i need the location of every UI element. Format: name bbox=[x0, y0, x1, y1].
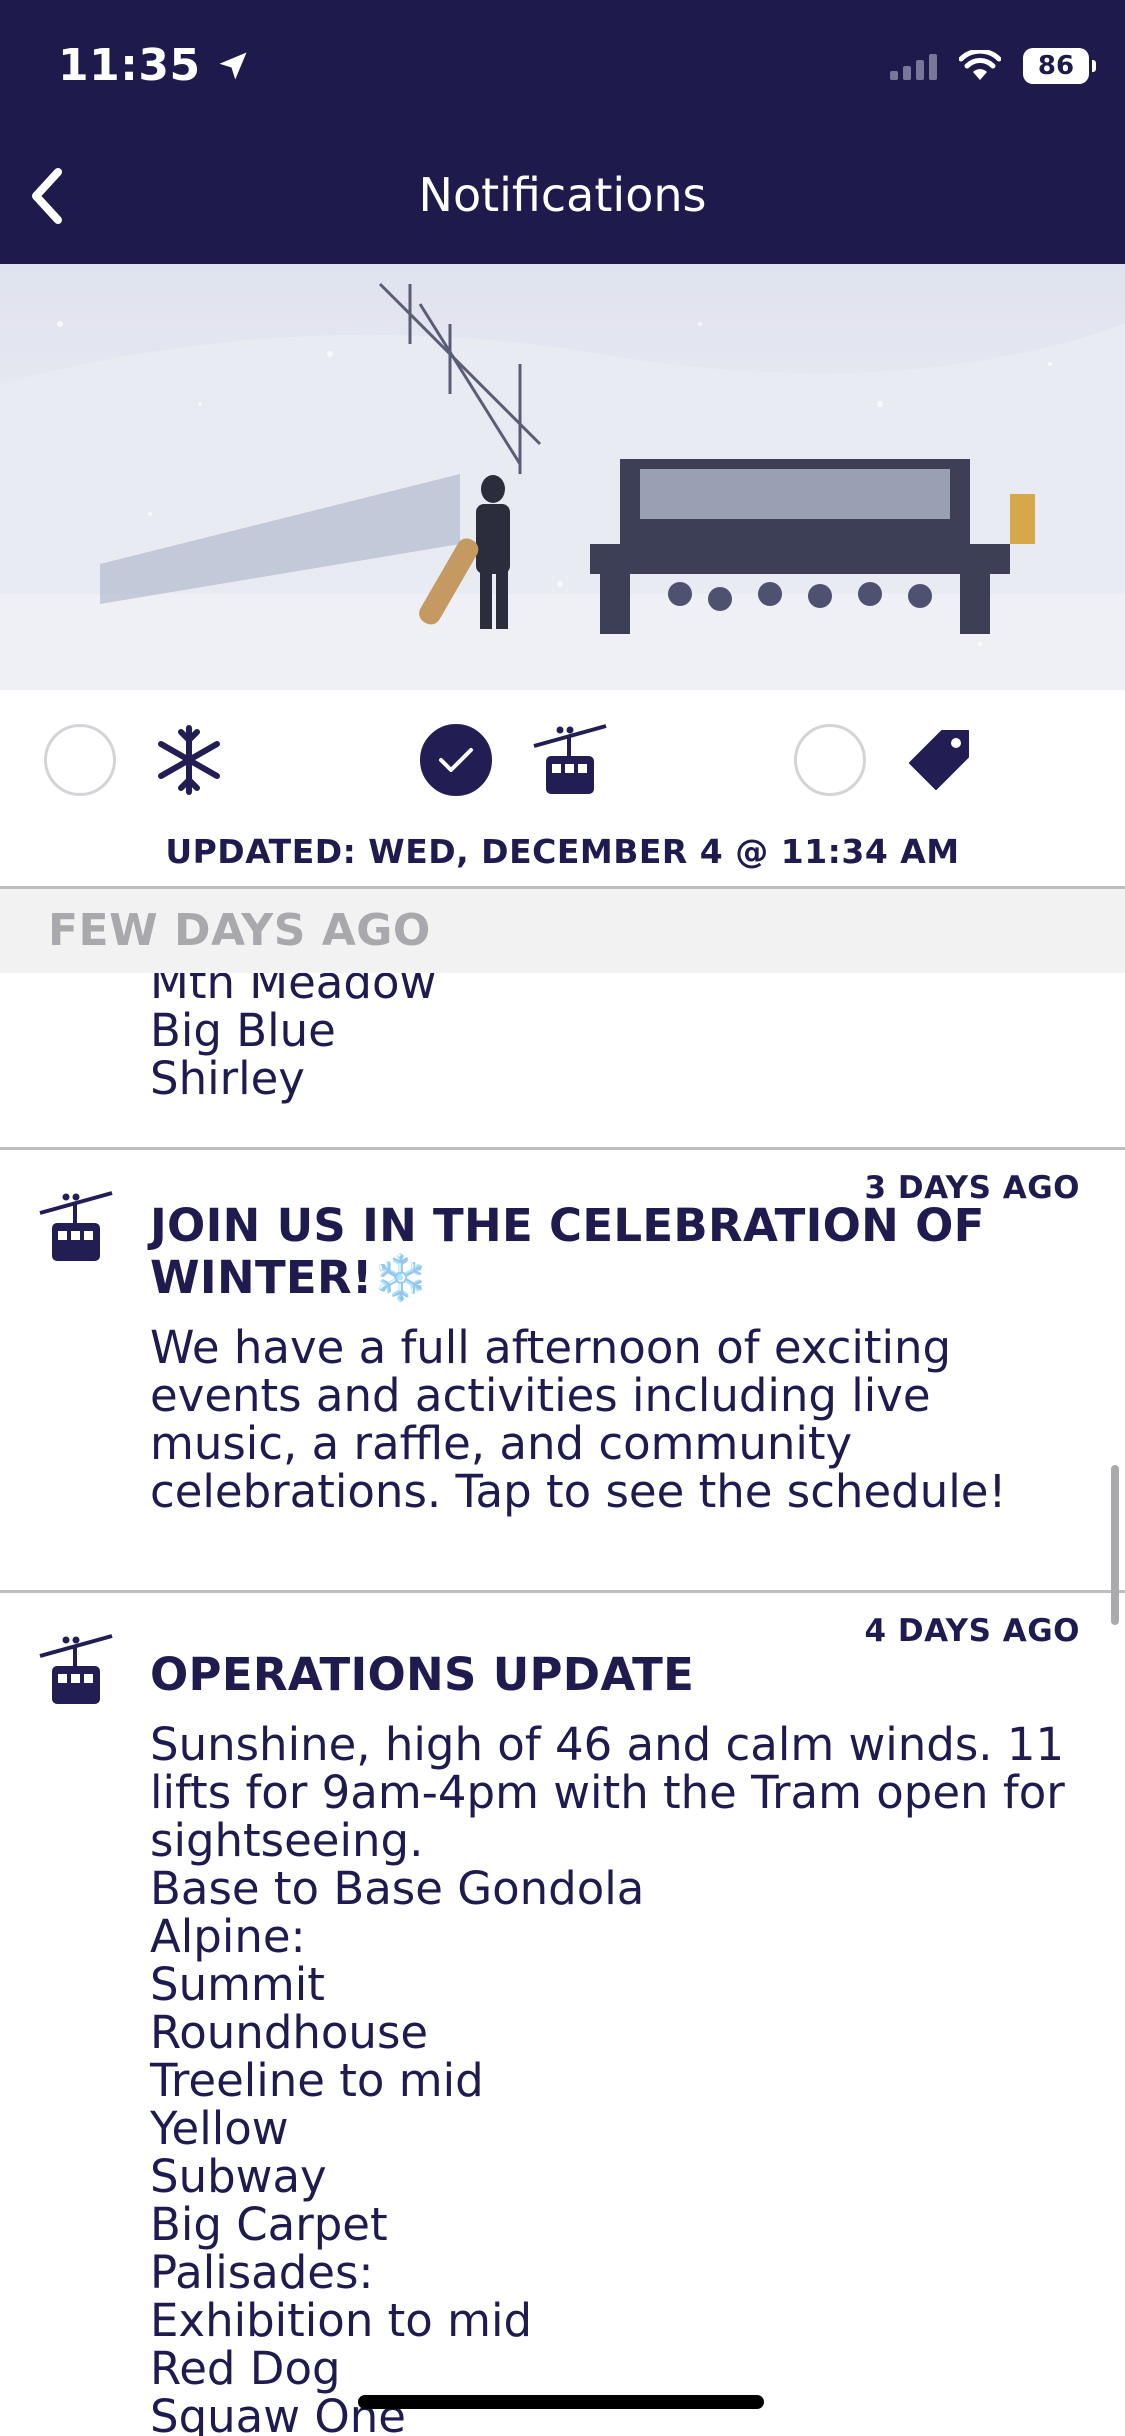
notification-partial-body[interactable]: Mtn Meadow Big Blue Shirley bbox=[150, 973, 436, 1103]
notification-body-line: Mtn Meadow bbox=[150, 973, 437, 1009]
notification-body: We have a full afternoon of exciting eve… bbox=[150, 1321, 1007, 1518]
page-title: Notifications bbox=[418, 168, 707, 222]
notification-time: 4 DAYS AGO bbox=[864, 1613, 1080, 1649]
notification-body-line: Big Blue bbox=[150, 1004, 336, 1057]
gondola-icon bbox=[533, 724, 607, 794]
filter-deals[interactable] bbox=[794, 724, 972, 796]
gondola-icon bbox=[39, 1191, 113, 1261]
notification-item[interactable]: 3 DAYS AGO JOIN US IN THE CELEBRATION OF… bbox=[0, 1150, 1125, 1562]
location-arrow-icon bbox=[219, 52, 247, 79]
filter-radio-lifts[interactable] bbox=[420, 724, 492, 796]
notification-title: JOIN US IN THE CELEBRATION OF WINTER!❄️ bbox=[150, 1199, 985, 1304]
filter-radio-deals[interactable] bbox=[794, 724, 866, 796]
notification-filters bbox=[0, 690, 1125, 820]
notification-list: Mtn Meadow Big Blue Shirley 3 DAYS AGO J… bbox=[0, 973, 1125, 2436]
scrollbar[interactable] bbox=[1111, 1465, 1119, 1625]
filter-lifts[interactable] bbox=[420, 724, 608, 796]
filter-conditions[interactable] bbox=[44, 724, 222, 796]
gondola-icon bbox=[39, 1634, 113, 1704]
section-header: FEW DAYS AGO bbox=[0, 889, 1125, 973]
ski-lift-snowboarder-photo bbox=[0, 264, 1125, 690]
checkmark-icon bbox=[439, 748, 473, 772]
filter-radio-conditions[interactable] bbox=[44, 724, 116, 796]
tag-icon bbox=[909, 730, 969, 790]
cellular-signal-icon bbox=[890, 52, 937, 80]
status-time: 11:35 bbox=[58, 40, 251, 91]
notification-item[interactable]: 4 DAYS AGO OPERATIONS UPDATE Sunshine, h… bbox=[0, 1593, 1125, 2436]
section-header-label: FEW DAYS AGO bbox=[48, 905, 431, 956]
notification-title: OPERATIONS UPDATE bbox=[150, 1648, 695, 1701]
notification-body: Sunshine, high of 46 and calm winds. 11 … bbox=[150, 1718, 1065, 2436]
snowflake-icon bbox=[158, 725, 220, 795]
updated-timestamp: UPDATED: WED, DECEMBER 4 @ 11:34 AM bbox=[165, 832, 960, 871]
notification-body-line: Shirley bbox=[150, 1052, 305, 1105]
hero-image bbox=[0, 264, 1125, 690]
battery-indicator: 86 bbox=[1023, 48, 1096, 84]
home-indicator[interactable] bbox=[358, 2395, 764, 2409]
top-bar: 11:35 86 Notifications bbox=[0, 0, 1125, 264]
status-indicators: 86 bbox=[890, 48, 1096, 84]
status-time-text: 11:35 bbox=[58, 40, 201, 91]
wifi-icon bbox=[959, 50, 1001, 80]
